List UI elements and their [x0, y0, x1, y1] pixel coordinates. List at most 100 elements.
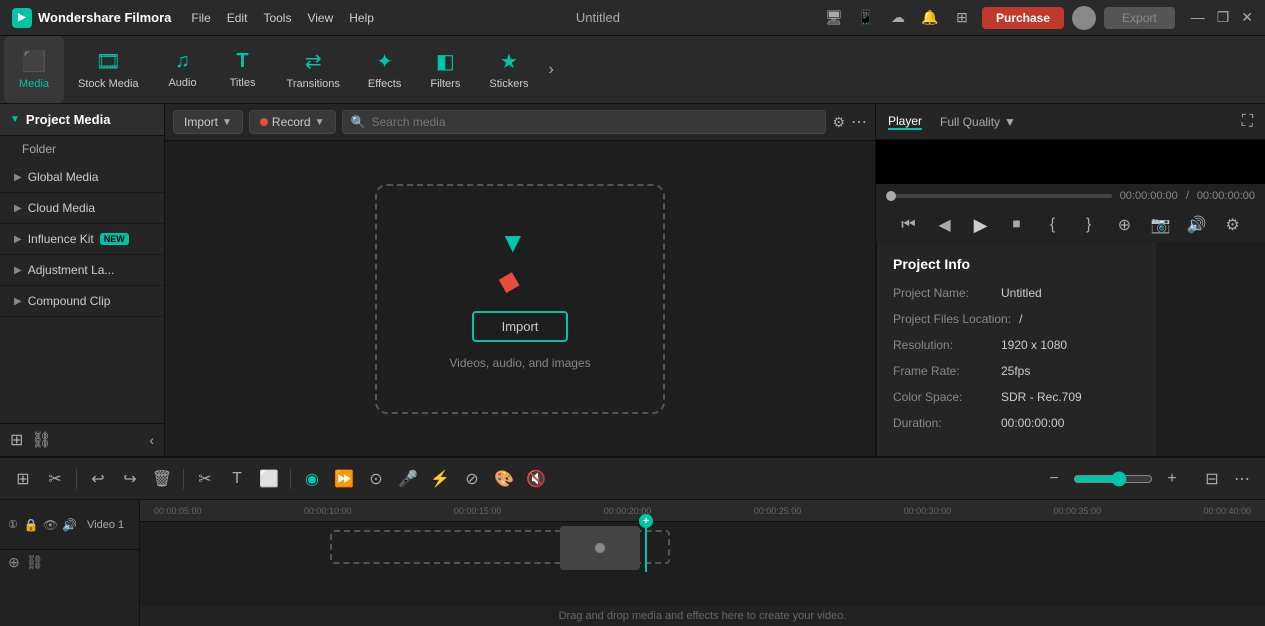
speed-icon[interactable]: ⏩: [331, 466, 357, 492]
detach-audio-icon[interactable]: ⊘: [459, 466, 485, 492]
menu-help[interactable]: Help: [349, 11, 374, 25]
toolbar-audio[interactable]: ♫ Audio: [153, 36, 213, 103]
menu-view[interactable]: View: [307, 11, 333, 25]
menu-tools[interactable]: Tools: [263, 11, 291, 25]
add-track-icon[interactable]: ⊕: [8, 554, 20, 571]
player-tab[interactable]: Player: [888, 114, 922, 130]
add-folder-icon[interactable]: ⊞: [10, 430, 23, 450]
filter-icon[interactable]: ⚙: [832, 114, 845, 131]
sidebar-item-cloud-media[interactable]: ▶ Cloud Media: [0, 193, 164, 224]
add-to-timeline-icon[interactable]: ⊕: [1112, 212, 1138, 238]
toolbar-stock-media[interactable]: 🎞 Stock Media: [64, 36, 153, 103]
phone-icon[interactable]: 📱: [854, 6, 878, 30]
mark-out-icon[interactable]: }: [1076, 212, 1102, 238]
info-row-duration: Duration: 00:00:00:00: [893, 416, 1140, 430]
timeline-drop-hint: Drag and drop media and effects here to …: [140, 606, 1265, 626]
track-eye-icon[interactable]: 👁: [43, 518, 58, 532]
redo-icon[interactable]: ↪: [117, 466, 143, 492]
grid-icon[interactable]: ⊞: [950, 6, 974, 30]
export-button[interactable]: Export: [1104, 7, 1175, 29]
link-icon[interactable]: ⛓: [31, 430, 51, 450]
silence-detect-icon[interactable]: 🔇: [523, 466, 549, 492]
stop-icon[interactable]: ⏹: [1004, 212, 1030, 238]
toolbar-stock-media-label: Stock Media: [78, 78, 139, 90]
toolbar-expand-button[interactable]: ›: [542, 36, 559, 103]
progress-track[interactable]: [886, 194, 1112, 198]
window-title: Untitled: [386, 10, 810, 25]
scene-detect-icon[interactable]: ⊞: [10, 466, 36, 492]
chevron-right-icon: ▶: [14, 265, 22, 276]
more-options-icon[interactable]: ⋯: [851, 112, 867, 132]
record-button[interactable]: Record ▼: [249, 110, 336, 134]
info-label-location: Project Files Location:: [893, 312, 1011, 326]
timeline-view-icon[interactable]: ⊟: [1199, 466, 1225, 492]
import-action-button[interactable]: Import: [472, 311, 569, 342]
sidebar-item-compound-clip[interactable]: ▶ Compound Clip: [0, 286, 164, 317]
zoom-slider[interactable]: [1073, 471, 1153, 487]
collapse-arrow-icon[interactable]: ▼: [10, 114, 20, 125]
quality-dropdown-icon: ▼: [1004, 115, 1016, 129]
zoom-out-icon[interactable]: −: [1041, 466, 1067, 492]
toolbar-media[interactable]: ⬛ Media: [4, 36, 64, 103]
monitor-icon[interactable]: 🖥: [822, 6, 846, 30]
sidebar-item-adjustment[interactable]: ▶ Adjustment La...: [0, 255, 164, 286]
avatar[interactable]: [1072, 6, 1096, 30]
timeline-options-icon[interactable]: ⋯: [1229, 466, 1255, 492]
volume-icon[interactable]: 🔊: [1184, 212, 1210, 238]
delete-icon[interactable]: 🗑: [149, 466, 175, 492]
sidebar-item-influence-kit[interactable]: ▶ Influence Kit NEW: [0, 224, 164, 255]
settings-icon[interactable]: ⚙: [1220, 212, 1246, 238]
track-mute-icon[interactable]: 🔊: [62, 518, 77, 532]
drop-label: Videos, audio, and images: [449, 356, 590, 370]
filmora-logo-icon: ▼ ◆: [485, 227, 555, 297]
crop-icon[interactable]: ⬜: [256, 466, 282, 492]
toolbar-effects[interactable]: ✦ Effects: [354, 36, 415, 103]
toolbar-transitions-label: Transitions: [287, 78, 340, 90]
toolbar-filters[interactable]: ◧ Filters: [415, 36, 475, 103]
ai-clip-icon[interactable]: ✂: [42, 466, 68, 492]
zoom-in-icon[interactable]: +: [1159, 466, 1185, 492]
track-lock-icon[interactable]: 🔒: [24, 518, 39, 532]
smart-cutout-icon[interactable]: ◉: [299, 466, 325, 492]
toolbar-media-label: Media: [19, 78, 49, 90]
mic-icon[interactable]: 🎤: [395, 466, 421, 492]
sidebar-item-folder[interactable]: Folder: [0, 136, 164, 162]
search-input[interactable]: [371, 115, 817, 129]
bell-icon[interactable]: 🔔: [918, 6, 942, 30]
right-controls: 🖥 📱 ☁ 🔔 ⊞ Purchase Export — ❐ ✕: [822, 6, 1253, 30]
view-icons: ⊟ ⋯: [1199, 466, 1255, 492]
track-link-icon[interactable]: ⛓: [26, 554, 44, 571]
drag-thumbnail[interactable]: [560, 526, 640, 570]
maximize-button[interactable]: ❐: [1217, 9, 1230, 26]
toolbar-transitions[interactable]: ⇄ Transitions: [273, 36, 354, 103]
menu-edit[interactable]: Edit: [227, 11, 248, 25]
toolbar-titles[interactable]: T Titles: [213, 36, 273, 103]
effects-icon: ✦: [376, 49, 393, 74]
cut-icon[interactable]: ✂: [192, 466, 218, 492]
collapse-panel-button[interactable]: ‹: [149, 432, 154, 448]
close-button[interactable]: ✕: [1241, 9, 1253, 26]
text-icon[interactable]: T: [224, 466, 250, 492]
cloud-icon[interactable]: ☁: [886, 6, 910, 30]
minimize-button[interactable]: —: [1191, 9, 1205, 26]
play-button[interactable]: ▶: [968, 212, 994, 238]
project-info-title: Project Info: [893, 256, 1140, 272]
left-panel: ▼ Project Media Folder ▶ Global Media ▶ …: [0, 104, 165, 456]
fullscreen-icon[interactable]: ⛶: [1242, 113, 1253, 131]
undo-icon[interactable]: ↩: [85, 466, 111, 492]
media-drop-zone: ▼ ◆ Import Videos, audio, and images: [165, 141, 875, 456]
snapshot-icon[interactable]: 📷: [1148, 212, 1174, 238]
sidebar-item-global-media[interactable]: ▶ Global Media: [0, 162, 164, 193]
stabilize-icon[interactable]: ⊙: [363, 466, 389, 492]
mark-in-icon[interactable]: {: [1040, 212, 1066, 238]
frame-back-icon[interactable]: ◀: [932, 212, 958, 238]
step-back-icon[interactable]: ⏮: [896, 212, 922, 238]
main-area: ▼ Project Media Folder ▶ Global Media ▶ …: [0, 104, 1265, 456]
split-audio-icon[interactable]: ⚡: [427, 466, 453, 492]
menu-file[interactable]: File: [191, 11, 210, 25]
purchase-button[interactable]: Purchase: [982, 7, 1064, 29]
quality-selector[interactable]: Full Quality ▼: [940, 115, 1016, 129]
import-button[interactable]: Import ▼: [173, 110, 243, 134]
color-match-icon[interactable]: 🎨: [491, 466, 517, 492]
toolbar-stickers[interactable]: ★ Stickers: [475, 36, 542, 103]
